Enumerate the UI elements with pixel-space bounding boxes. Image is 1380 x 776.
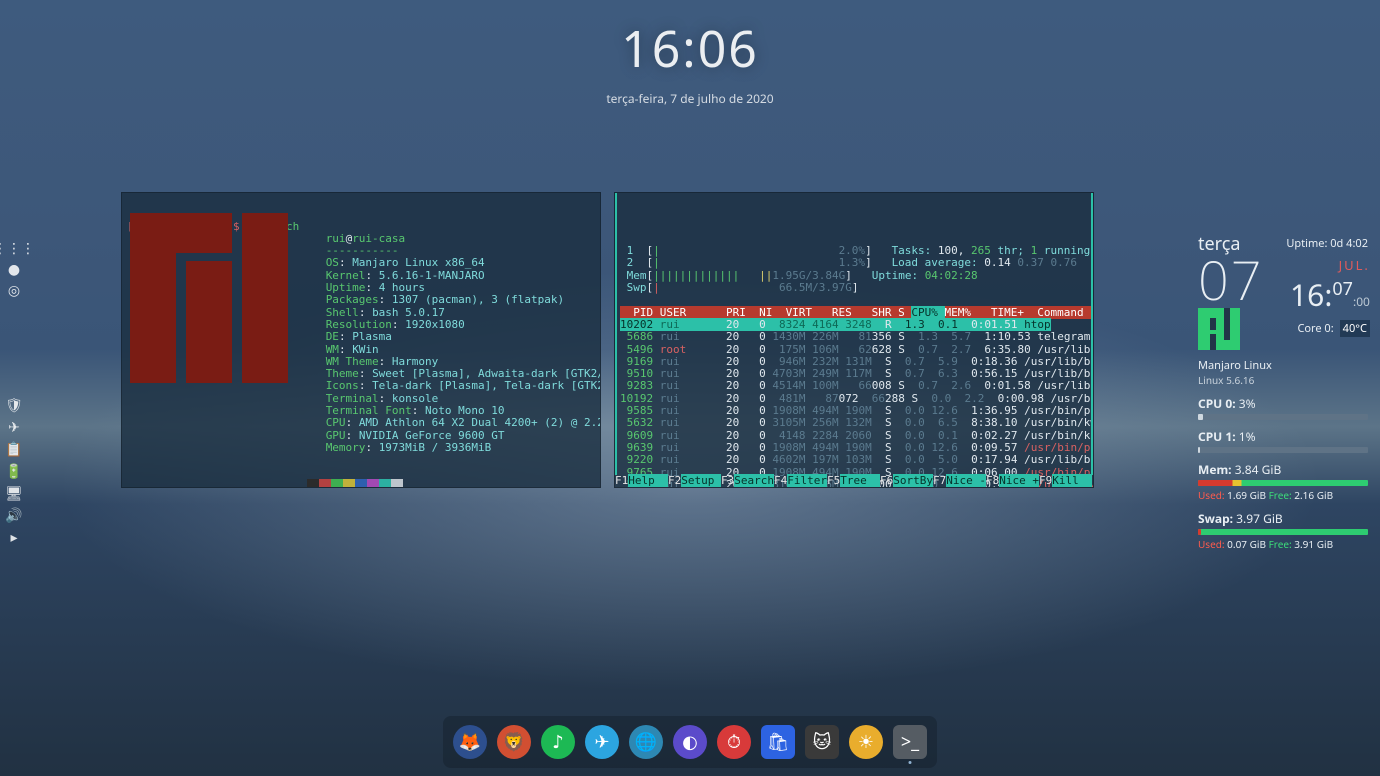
swap-bar: Swap: 3.97 GiB Used: 0.07 GiB Free: 3.91…	[1198, 510, 1368, 551]
browser-icon[interactable]: 🌐	[629, 725, 663, 759]
brave-icon[interactable]: 🦁	[497, 725, 531, 759]
shield-icon[interactable]: 🛡	[4, 395, 24, 415]
store-icon[interactable]: 🛍	[761, 725, 795, 759]
color-swatch	[367, 479, 379, 488]
cpu-bar-1: CPU 1: 1%	[1198, 428, 1368, 453]
clipboard-icon[interactable]: 📋	[4, 439, 24, 459]
telegram-tray-icon[interactable]: ✈	[4, 417, 24, 437]
color-swatch	[391, 479, 403, 488]
day-number: 07	[1198, 256, 1290, 302]
battery-icon[interactable]: 🔋	[4, 461, 24, 481]
core-temp: Core 0:40°C	[1290, 321, 1370, 336]
firefox-icon[interactable]: 🦊	[453, 725, 487, 759]
spotify-icon[interactable]: ♪	[541, 725, 575, 759]
clock-date: terça-feira, 7 de julho de 2020	[0, 90, 1380, 107]
color-swatch	[379, 479, 391, 488]
clock-time: 16:06	[0, 14, 1380, 82]
color-swatch	[331, 479, 343, 488]
dock: 🦊 🦁 ♪ ✈ 🌐 ◐ ⏱ 🛍 🐱 ☀ >_	[443, 716, 937, 768]
desktop-clock: 16:06 terça-feira, 7 de julho de 2020	[0, 14, 1380, 107]
system-tray-strip: ⋮⋮⋮●◎ 🛡✈📋🔋🖥🔊▸	[4, 238, 24, 547]
pink-app-icon[interactable]: ●	[4, 259, 24, 279]
cpu-bar-0: CPU 0: 3%	[1198, 395, 1368, 420]
pomodoro-icon[interactable]: ⏱	[717, 725, 751, 759]
telegram-icon[interactable]: ✈	[585, 725, 619, 759]
manjaro-logo	[1198, 308, 1240, 350]
month-label: JUL.	[1290, 256, 1370, 274]
distro-label: Manjaro Linux Linux 5.6.16	[1198, 358, 1368, 387]
chevron-right-icon[interactable]: ▸	[4, 527, 24, 547]
color-swatch	[319, 479, 331, 488]
apps-grid-icon[interactable]: ⋮⋮⋮	[4, 238, 24, 258]
terminal-icon[interactable]: >_	[893, 725, 927, 759]
spiral-icon[interactable]: ◎	[4, 280, 24, 300]
color-swatch	[307, 479, 319, 488]
htop-footer[interactable]: F1Help F2Setup F3SearchF4FilterF5Tree F6…	[615, 475, 1093, 487]
terminal-neofetch[interactable]: [rui@rui-casa ~]$ neofetch rui@rui-casa …	[121, 192, 601, 488]
kitty-icon[interactable]: 🐱	[805, 725, 839, 759]
display-icon[interactable]: 🖥	[4, 483, 24, 503]
conky-panel: Uptime: 0d 4:02 terça 07 JUL. 16:07:00 C…	[1198, 232, 1368, 551]
mem-bar: Mem: 3.84 GiB Used: 1.69 GiB Free: 2.16 …	[1198, 461, 1368, 502]
volume-icon[interactable]: 🔊	[4, 505, 24, 525]
conky-time: 16:07:00	[1290, 274, 1370, 317]
weather-icon[interactable]: ☀	[849, 725, 883, 759]
terminal-htop[interactable]: 1 [| 2.0%] Tasks: 100, 265 thr; 1 runnin…	[614, 192, 1094, 488]
color-swatch	[343, 479, 355, 488]
manjaro-ascii-logo	[130, 213, 290, 383]
color-swatch	[355, 479, 367, 488]
insomnia-icon[interactable]: ◐	[673, 725, 707, 759]
uptime-label: Uptime: 0d 4:02	[1286, 236, 1368, 251]
